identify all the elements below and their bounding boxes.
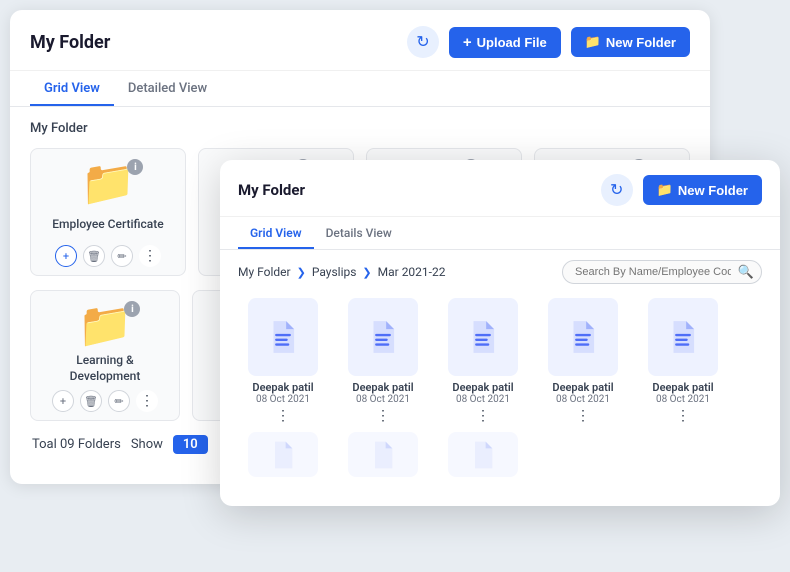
folder-icon-wrap: 📁 i <box>81 161 136 205</box>
bc-root[interactable]: My Folder <box>238 265 291 279</box>
folder-item-learning-development[interactable]: 📁 i Learning & Development + 🗑 ✏ ⋮ <box>30 290 180 421</box>
file-icon-wrap <box>448 298 518 376</box>
folder-name: Learning & Development <box>41 353 169 384</box>
file-icon-wrap-partial <box>248 432 318 477</box>
total-folders-label: Toal 09 Folders <box>32 437 121 452</box>
popup-tab-details-view[interactable]: Details View <box>314 217 404 249</box>
main-header: My Folder ↻ + Upload File 📁 New Folder <box>10 10 710 71</box>
folder-name: Employee Certificate <box>52 211 163 239</box>
popup-window: My Folder ↻ 📁 New Folder Grid View Detai… <box>220 160 780 506</box>
file-item-0[interactable]: Deepak patil 08 Oct 2021 ⋮ <box>238 298 328 424</box>
file-item-3[interactable]: Deepak patil 08 Oct 2021 ⋮ <box>538 298 628 424</box>
popup-breadcrumb-row: My Folder ❯ Payslips ❯ Mar 2021-22 🔍 <box>220 250 780 292</box>
search-button[interactable]: 🔍 <box>738 264 754 280</box>
bc-sep2: ❯ <box>362 266 371 279</box>
add-action-icon[interactable]: + <box>55 245 77 267</box>
file-icon-wrap-partial <box>448 432 518 477</box>
folder-actions: + 🗑 ✏ ⋮ <box>55 245 161 267</box>
file-more-icon[interactable]: ⋮ <box>576 408 590 424</box>
file-name: Deepak patil <box>552 381 613 394</box>
file-grid: Deepak patil 08 Oct 2021 ⋮ Deepak patil … <box>220 292 780 432</box>
breadcrumb: My Folder <box>30 121 690 136</box>
main-tabs: Grid View Detailed View <box>10 71 710 107</box>
file-date: 08 Oct 2021 <box>456 394 510 405</box>
bc-current: Mar 2021-22 <box>378 265 446 279</box>
file-date: 08 Oct 2021 <box>256 394 310 405</box>
edit-action-icon[interactable]: ✏ <box>108 390 130 412</box>
file-icon-wrap <box>548 298 618 376</box>
header-actions: ↻ + Upload File 📁 New Folder <box>407 26 690 58</box>
file-name: Deepak patil <box>252 381 313 394</box>
info-badge: i <box>124 301 140 317</box>
popup-refresh-button[interactable]: ↻ <box>601 174 633 206</box>
file-item-2[interactable]: Deepak patil 08 Oct 2021 ⋮ <box>438 298 528 424</box>
file-more-icon[interactable]: ⋮ <box>376 408 390 424</box>
folder-actions: + 🗑 ✏ ⋮ <box>52 390 158 412</box>
file-name: Deepak patil <box>352 381 413 394</box>
popup-tab-grid-view[interactable]: Grid View <box>238 217 314 249</box>
file-more-icon[interactable]: ⋮ <box>676 408 690 424</box>
file-date: 08 Oct 2021 <box>556 394 610 405</box>
folder-item-employee-certificate[interactable]: 📁 i Employee Certificate + 🗑 ✏ ⋮ <box>30 148 186 276</box>
show-label: Show <box>131 437 163 452</box>
file-date: 08 Oct 2021 <box>356 394 410 405</box>
file-item-partial-0[interactable] <box>238 432 328 482</box>
search-input[interactable] <box>562 260 762 284</box>
file-item-partial-1[interactable] <box>338 432 428 482</box>
file-item-4[interactable]: Deepak patil 08 Oct 2021 ⋮ <box>638 298 728 424</box>
popup-title: My Folder <box>238 181 305 199</box>
file-grid-row2 <box>220 432 780 490</box>
folder-icon-btn: 📁 <box>585 34 601 50</box>
file-icon-wrap <box>248 298 318 376</box>
file-icon-wrap-partial <box>348 432 418 477</box>
file-more-icon[interactable]: ⋮ <box>476 408 490 424</box>
bc-level1[interactable]: Payslips <box>312 265 357 279</box>
more-action-icon[interactable]: ⋮ <box>136 390 158 412</box>
tab-grid-view[interactable]: Grid View <box>30 71 114 106</box>
new-folder-button[interactable]: 📁 New Folder <box>571 27 690 57</box>
main-title: My Folder <box>30 32 110 53</box>
upload-file-button[interactable]: + Upload File <box>449 27 561 58</box>
file-item-partial-2[interactable] <box>438 432 528 482</box>
info-badge: i <box>127 159 143 175</box>
file-icon-wrap <box>348 298 418 376</box>
delete-action-icon[interactable]: 🗑 <box>83 245 105 267</box>
file-name: Deepak patil <box>652 381 713 394</box>
popup-folder-icon-btn: 📁 <box>657 182 673 198</box>
add-action-icon[interactable]: + <box>52 390 74 412</box>
popup-refresh-icon: ↻ <box>610 180 623 200</box>
file-more-icon[interactable]: ⋮ <box>276 408 290 424</box>
search-wrap: 🔍 <box>562 260 762 284</box>
bc-sep1: ❯ <box>297 266 306 279</box>
refresh-icon: ↻ <box>416 32 429 52</box>
file-name: Deepak patil <box>452 381 513 394</box>
delete-action-icon[interactable]: 🗑 <box>80 390 102 412</box>
show-value-badge[interactable]: 10 <box>173 435 208 454</box>
popup-header-actions: ↻ 📁 New Folder <box>601 174 762 206</box>
folder-icon-wrap: 📁 i <box>78 303 133 347</box>
popup-new-folder-button[interactable]: 📁 New Folder <box>643 175 762 205</box>
more-action-icon[interactable]: ⋮ <box>139 245 161 267</box>
file-icon-wrap <box>648 298 718 376</box>
popup-header: My Folder ↻ 📁 New Folder <box>220 160 780 217</box>
file-date: 08 Oct 2021 <box>656 394 710 405</box>
file-item-1[interactable]: Deepak patil 08 Oct 2021 ⋮ <box>338 298 428 424</box>
plus-icon: + <box>463 34 472 51</box>
edit-action-icon[interactable]: ✏ <box>111 245 133 267</box>
main-refresh-button[interactable]: ↻ <box>407 26 439 58</box>
popup-breadcrumb: My Folder ❯ Payslips ❯ Mar 2021-22 <box>238 265 445 279</box>
popup-tabs: Grid View Details View <box>220 217 780 250</box>
tab-detailed-view[interactable]: Detailed View <box>114 71 221 106</box>
